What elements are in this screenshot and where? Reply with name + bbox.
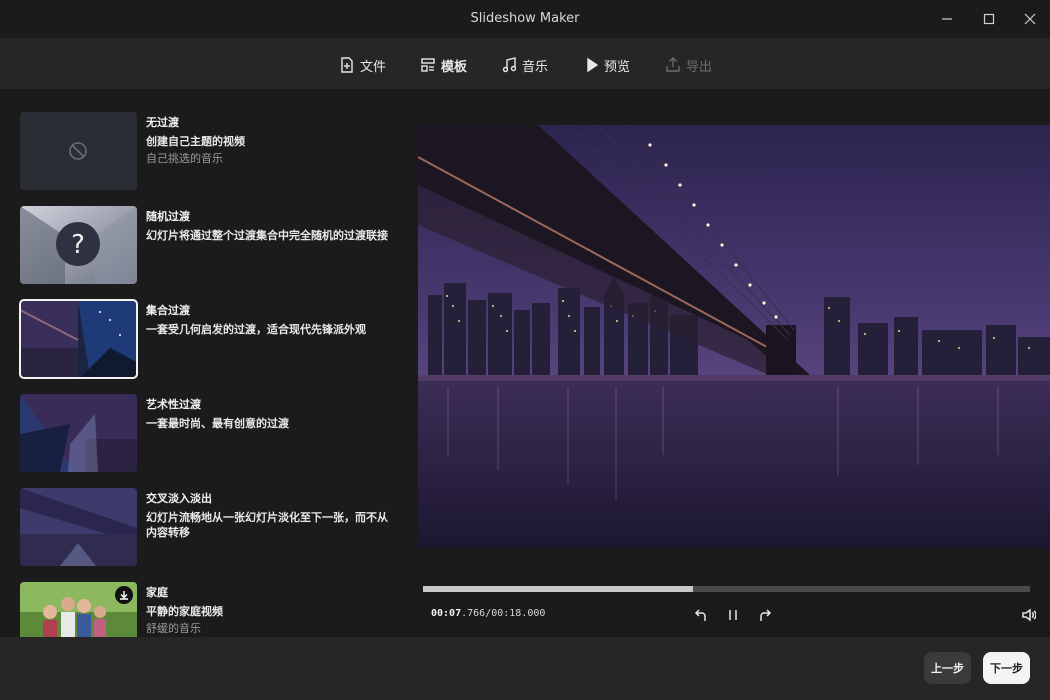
time-current: 00:07: [431, 608, 462, 619]
template-name: 家庭: [146, 586, 168, 599]
template-music-note: 舒缓的音乐: [146, 622, 201, 635]
template-thumbnail: ?: [20, 206, 137, 284]
tab-preview[interactable]: 预览: [586, 55, 630, 75]
maximize-button[interactable]: [978, 8, 1000, 30]
template-item-geometric[interactable]: 集合过渡 一套受几何启发的过渡，适合现代先锋派外观: [19, 299, 400, 380]
next-step-button[interactable]: 下一步: [983, 652, 1030, 684]
rewind-button[interactable]: [692, 606, 710, 624]
tab-export[interactable]: 导出: [666, 55, 712, 75]
minimize-button[interactable]: [936, 8, 958, 30]
tab-label: 文件: [360, 59, 387, 75]
time-current-ms: .766: [461, 608, 486, 619]
template-description: 一套受几何启发的过渡，适合现代先锋派外观: [146, 323, 366, 336]
file-add-icon: [341, 57, 353, 73]
template-description: 幻灯片流畅地从一张幻灯片淡化至下一张，而不从内容转移: [146, 511, 388, 539]
template-name: 交叉淡入淡出: [146, 492, 212, 505]
volume-button[interactable]: [1020, 606, 1038, 624]
pause-button[interactable]: [724, 606, 742, 624]
music-note-icon: [502, 57, 516, 73]
template-description: 幻灯片将通过整个过渡集合中完全随机的过渡联接: [146, 229, 388, 242]
undo-arrow-icon: [694, 609, 706, 621]
svg-text:?: ?: [71, 230, 85, 260]
tab-template[interactable]: 模板: [421, 55, 467, 75]
template-name: 无过渡: [146, 116, 179, 129]
template-name: 随机过渡: [146, 210, 190, 223]
window-title: Slideshow Maker: [470, 11, 580, 26]
download-button[interactable]: [115, 586, 133, 604]
tab-label: 模板: [441, 59, 468, 75]
title-bar: Slideshow Maker: [0, 0, 1050, 38]
maximize-icon: [983, 13, 995, 25]
download-icon: [120, 591, 128, 600]
template-thumbnail: [19, 299, 138, 379]
progress-fill: [423, 586, 694, 592]
tab-label: 音乐: [522, 59, 549, 75]
tab-label: 预览: [604, 59, 631, 75]
pause-icon: [729, 610, 737, 620]
tab-label: 导出: [686, 59, 713, 75]
template-name: 集合过渡: [146, 304, 190, 317]
template-thumbnail: [20, 582, 137, 637]
template-description: 创建自己主题的视频: [146, 135, 245, 148]
template-list[interactable]: 无过渡 创建自己主题的视频 自己挑选的音乐 ? 随机过渡 幻灯片将通过整个过渡集…: [0, 89, 410, 637]
close-icon: [1024, 13, 1036, 25]
time-total: /00:18.000: [485, 608, 546, 619]
template-icon: [421, 58, 435, 72]
template-item-crossfade[interactable]: 交叉淡入淡出 幻灯片流畅地从一张幻灯片淡化至下一张，而不从内容转移: [20, 488, 400, 568]
export-icon: [666, 57, 680, 72]
template-item-artistic[interactable]: 艺术性过渡 一套最时尚、最有创意的过渡: [20, 394, 400, 474]
template-description: 一套最时尚、最有创意的过渡: [146, 417, 289, 430]
playback-progress-bar[interactable]: [423, 586, 1030, 592]
template-name: 艺术性过渡: [146, 398, 201, 411]
forward-button[interactable]: [756, 606, 774, 624]
tab-music[interactable]: 音乐: [502, 55, 548, 75]
close-button[interactable]: [1019, 8, 1041, 30]
playback-time: 00:07.766/00:18.000: [431, 608, 545, 619]
no-transition-icon: [69, 142, 87, 160]
template-item-family[interactable]: 家庭 平静的家庭视频 舒缓的音乐: [20, 582, 400, 637]
template-item-no-transition[interactable]: 无过渡 创建自己主题的视频 自己挑选的音乐: [20, 112, 400, 192]
minimize-icon: [942, 18, 952, 20]
template-description: 平静的家庭视频: [146, 605, 223, 618]
play-icon: [587, 58, 598, 72]
preview-image: [418, 125, 1050, 548]
footer-bar: 上一步 下一步: [0, 637, 1050, 700]
tab-file[interactable]: 文件: [340, 55, 386, 75]
volume-icon: [1022, 608, 1036, 622]
main-toolbar: 文件 模板 音乐 预览 导出: [0, 38, 1050, 89]
previous-step-button[interactable]: 上一步: [924, 652, 971, 684]
redo-arrow-icon: [760, 609, 772, 621]
template-thumbnail: [20, 394, 137, 472]
template-music-note: 自己挑选的音乐: [146, 152, 223, 165]
template-thumbnail: [20, 112, 137, 190]
template-item-random[interactable]: ? 随机过渡 幻灯片将通过整个过渡集合中完全随机的过渡联接: [20, 206, 400, 286]
template-thumbnail: [20, 488, 137, 566]
